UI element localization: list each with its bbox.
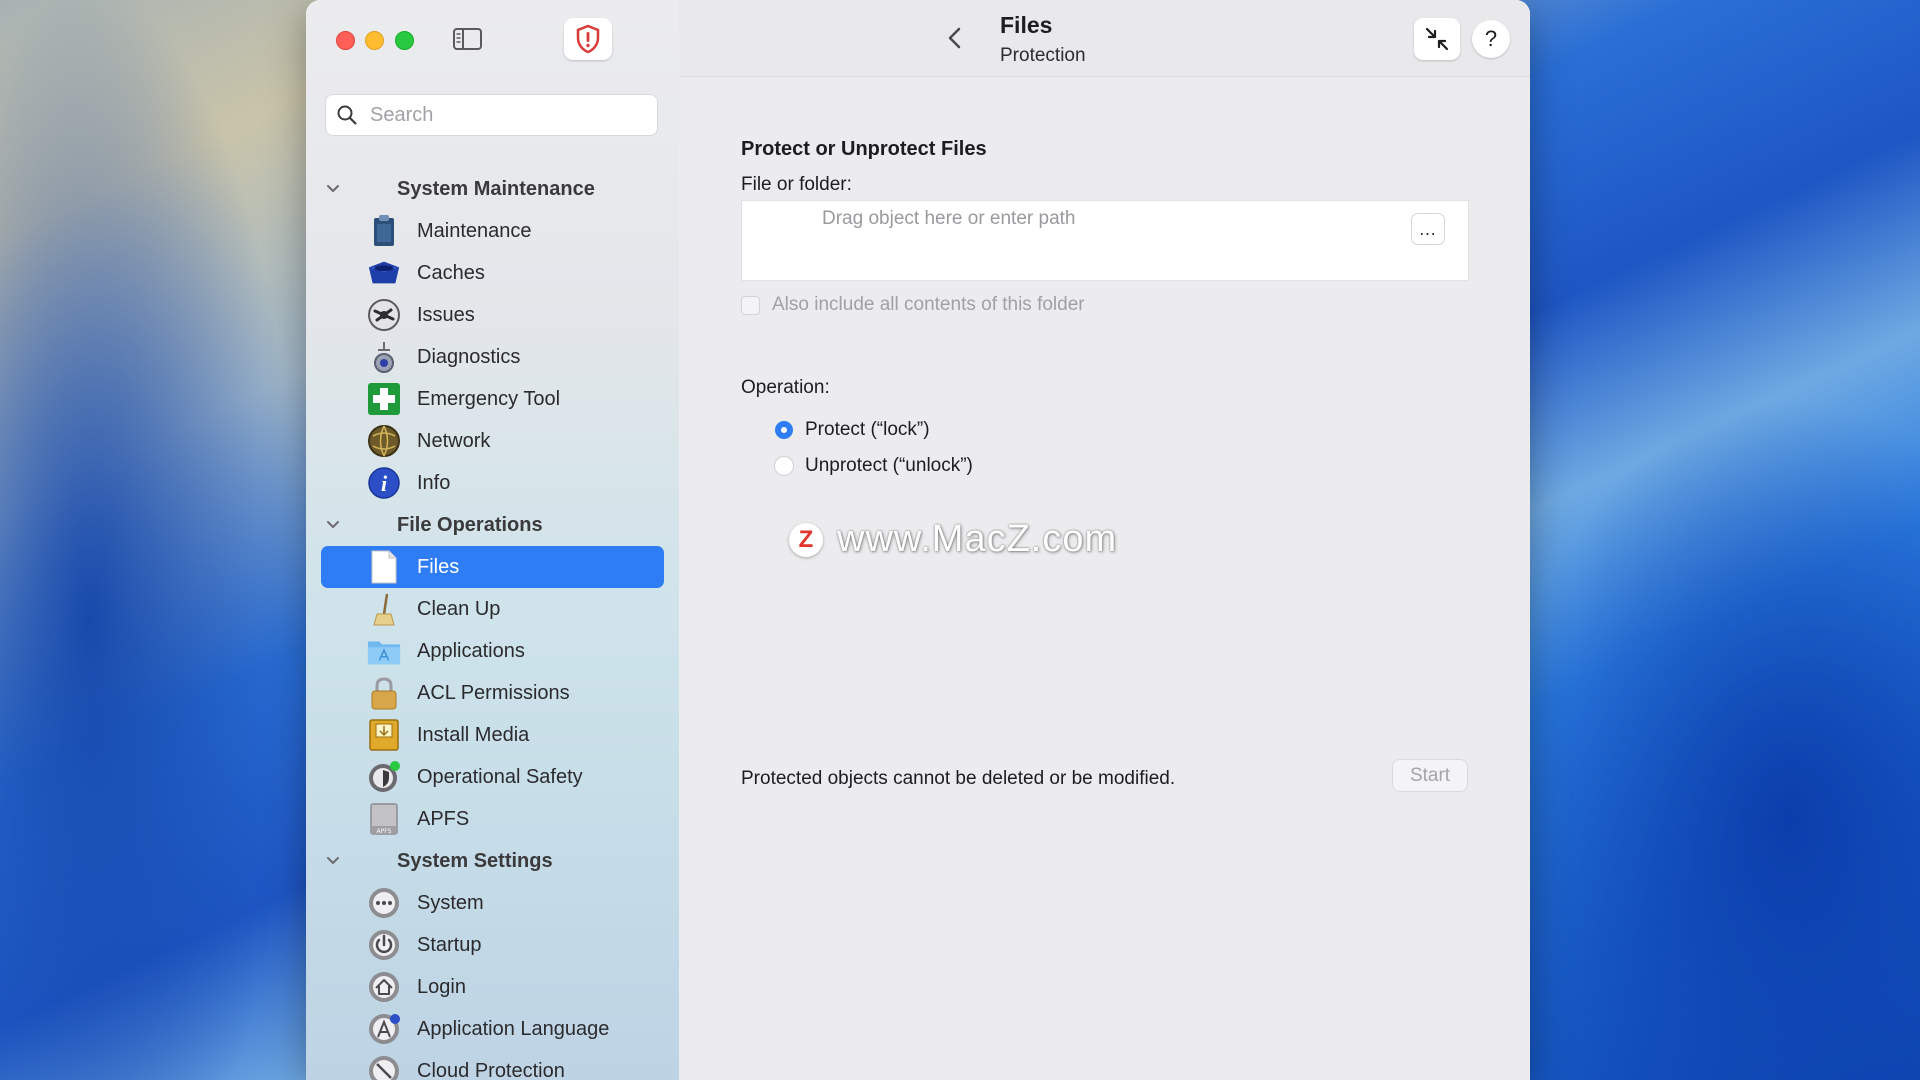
section-header-system-maintenance[interactable]: System Maintenance <box>306 168 679 210</box>
watermark-text: www.MacZ.com <box>837 518 1118 560</box>
section-header-system-settings[interactable]: System Settings <box>306 840 679 882</box>
sidebar-item-login[interactable]: Login <box>321 966 664 1008</box>
sidebar-item-application-language[interactable]: Application Language <box>321 1008 664 1050</box>
info-icon: i <box>367 466 401 500</box>
emergency-cross-icon <box>367 382 401 416</box>
protect-radio[interactable] <box>775 421 793 439</box>
sidebar-item-system[interactable]: System <box>321 882 664 924</box>
section-title: System Maintenance <box>397 177 595 200</box>
collapse-arrows-icon <box>1425 27 1449 51</box>
shield-alert-icon <box>576 24 600 54</box>
sidebar-item-apfs[interactable]: APFS APFS <box>321 798 664 840</box>
app-window: System Maintenance Maintenance Caches Is… <box>306 0 1530 1080</box>
document-icon <box>367 550 401 584</box>
sidebar-item-files[interactable]: Files <box>321 546 664 588</box>
chevron-down-icon <box>327 857 339 864</box>
cache-box-icon <box>367 256 401 290</box>
zoom-window-button[interactable] <box>395 31 414 50</box>
toolbar: Files Protection ? <box>679 0 1530 77</box>
safety-shield-icon <box>367 760 401 794</box>
page-title: Files <box>1000 12 1053 38</box>
sidebar: System Maintenance Maintenance Caches Is… <box>306 0 680 1080</box>
unprotect-option[interactable]: Unprotect (“unlock”) <box>775 455 973 477</box>
search-icon <box>337 105 357 125</box>
issues-icon <box>367 298 401 332</box>
protection-info-text: Protected objects cannot be deleted or b… <box>741 768 1176 789</box>
close-window-button[interactable] <box>336 31 355 50</box>
sidebar-item-maintenance[interactable]: Maintenance <box>321 210 664 252</box>
file-or-folder-label: File or folder: <box>741 174 852 195</box>
browse-button[interactable]: … <box>1412 214 1444 244</box>
house-icon <box>367 970 401 1004</box>
search-field[interactable] <box>325 94 658 136</box>
chevron-left-icon[interactable] <box>943 24 967 52</box>
sidebar-toggle-icon[interactable] <box>452 26 484 52</box>
sidebar-item-install-media[interactable]: Install Media <box>321 714 664 756</box>
include-contents-checkbox[interactable] <box>741 295 760 315</box>
language-icon <box>367 1012 401 1046</box>
svg-text:APFS: APFS <box>377 828 392 835</box>
sidebar-item-applications[interactable]: Applications <box>321 630 664 672</box>
operation-label: Operation: <box>741 377 830 398</box>
path-input[interactable] <box>820 207 1384 231</box>
section-heading: Protect or Unprotect Files <box>741 138 987 160</box>
power-icon <box>367 928 401 962</box>
applications-folder-icon <box>367 634 401 668</box>
globe-icon <box>367 424 401 458</box>
install-media-icon <box>367 718 401 752</box>
chevron-down-icon <box>327 185 339 192</box>
protection-shield-button[interactable] <box>564 18 612 60</box>
sidebar-item-startup[interactable]: Startup <box>321 924 664 966</box>
unprotect-radio[interactable] <box>775 457 793 475</box>
sidebar-item-clean-up[interactable]: Clean Up <box>321 588 664 630</box>
clipboard-icon <box>367 214 401 248</box>
sidebar-item-cloud-protection[interactable]: Cloud Protection <box>321 1050 664 1080</box>
section-title: File Operations <box>397 513 543 536</box>
section-title: System Settings <box>397 849 553 872</box>
help-button[interactable]: ? <box>1472 20 1510 58</box>
sidebar-item-acl-permissions[interactable]: ACL Permissions <box>321 672 664 714</box>
collapse-window-button[interactable] <box>1414 18 1460 60</box>
section-header-file-operations[interactable]: File Operations <box>306 504 679 546</box>
sidebar-item-diagnostics[interactable]: Diagnostics <box>321 336 664 378</box>
cloud-protection-icon <box>367 1054 401 1080</box>
unprotect-label: Unprotect (“unlock”) <box>805 455 973 476</box>
sidebar-item-operational-safety[interactable]: Operational Safety <box>321 756 664 798</box>
system-icon <box>367 886 401 920</box>
path-drop-zone[interactable]: … <box>741 200 1469 281</box>
sidebar-nav: System Maintenance Maintenance Caches Is… <box>306 168 679 1080</box>
search-input[interactable] <box>368 102 652 128</box>
protect-option[interactable]: Protect (“lock”) <box>775 419 930 441</box>
sidebar-item-emergency-tool[interactable]: Emergency Tool <box>321 378 664 420</box>
sidebar-item-network[interactable]: Network <box>321 420 664 462</box>
start-button[interactable]: Start <box>1393 760 1467 791</box>
diagnostics-icon <box>367 340 401 374</box>
padlock-icon <box>367 676 401 710</box>
watermark-logo-icon: Z <box>789 522 823 557</box>
apfs-disk-icon: APFS <box>367 802 401 836</box>
sidebar-item-info[interactable]: i Info <box>321 462 664 504</box>
minimize-window-button[interactable] <box>365 31 384 50</box>
page-subtitle: Protection <box>1000 45 1086 66</box>
watermark: Z www.MacZ.com <box>789 518 1117 561</box>
chevron-down-icon <box>327 521 339 528</box>
main-panel: Files Protection ? Protect or Unprotect … <box>679 0 1530 1080</box>
include-contents-label: Also include all contents of this folder <box>772 294 1085 315</box>
include-contents-row: Also include all contents of this folder <box>741 294 1085 316</box>
broom-icon <box>367 592 401 626</box>
sidebar-item-issues[interactable]: Issues <box>321 294 664 336</box>
svg-text:i: i <box>381 471 388 496</box>
sidebar-item-caches[interactable]: Caches <box>321 252 664 294</box>
protect-label: Protect (“lock”) <box>805 419 930 440</box>
